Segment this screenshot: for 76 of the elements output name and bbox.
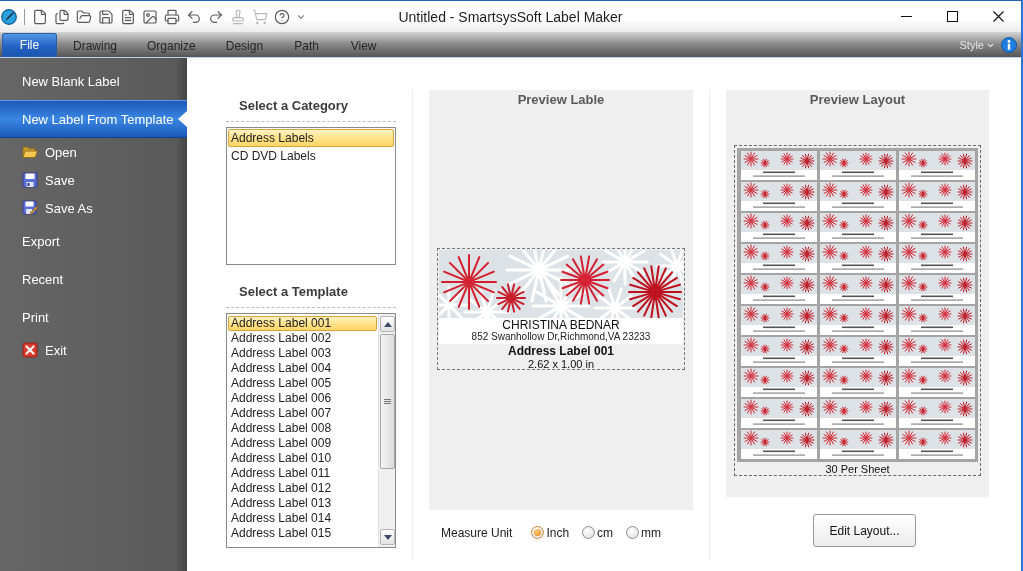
section-title: Select a Category [238, 98, 350, 114]
folder-icon[interactable] [76, 8, 92, 25]
list-item[interactable]: Address Label 004 [228, 361, 377, 376]
list-item[interactable]: Address Label 003 [228, 346, 377, 361]
list-item[interactable]: Address Label 015 [228, 526, 377, 541]
sidebar-item[interactable]: Recent [0, 260, 187, 298]
measure-unit-label: Measure Unit [441, 525, 513, 540]
save-as-icon [22, 200, 38, 216]
list-item[interactable]: Address Label 001 [228, 316, 377, 331]
list-item[interactable]: CD DVD Labels [228, 147, 394, 165]
down-arrow-icon [383, 534, 392, 540]
ribbon-tab[interactable]: View [336, 35, 392, 57]
panel-title: Preview Layout [808, 91, 907, 109]
recipient-name: CHRISTINA BEDNAR [502, 319, 620, 331]
ribbon-tab[interactable]: Path [279, 35, 335, 57]
sidebar-item[interactable]: Open [0, 138, 187, 166]
sidebar-item[interactable]: Save As [0, 194, 187, 222]
image-icon[interactable] [142, 8, 158, 25]
radio-button-icon[interactable] [626, 526, 640, 539]
list-item[interactable]: Address Label 006 [228, 391, 377, 406]
save-icon[interactable] [98, 8, 114, 25]
list-item[interactable]: Address Labels [228, 129, 394, 147]
help-icon[interactable] [274, 8, 290, 25]
radio-option[interactable]: cm [582, 525, 614, 540]
list-item[interactable]: Address Label 014 [228, 511, 377, 526]
list-item[interactable]: Address Label 009 [228, 436, 377, 451]
scroll-up-button[interactable] [380, 316, 395, 332]
document-icon[interactable] [32, 8, 48, 25]
section-title: Select a Template [238, 284, 349, 300]
list-item[interactable]: Address Label 007 [228, 406, 377, 421]
undo-icon[interactable] [186, 8, 202, 25]
sidebar-item[interactable]: Print [0, 298, 187, 336]
ribbon-tab[interactable]: Design [211, 35, 278, 57]
radio-option[interactable]: Inch [531, 525, 570, 540]
sidebar-item[interactable]: New Label From Template [0, 100, 187, 138]
sidebar-item[interactable]: Export [0, 222, 187, 260]
redo-icon[interactable] [208, 8, 224, 25]
scrollbar[interactable] [378, 314, 395, 547]
grip-icon [384, 399, 391, 404]
ribbon-tab[interactable]: Organize [133, 35, 210, 57]
printer-icon[interactable] [164, 8, 180, 25]
scrollbar-thumb[interactable] [380, 334, 395, 469]
exit-icon [22, 342, 38, 358]
list-item[interactable]: Address Label 008 [228, 421, 377, 436]
save-icon [22, 172, 38, 188]
close-icon [992, 11, 1004, 22]
template-name: Address Label 001 [507, 345, 615, 358]
folder-icon [22, 145, 38, 159]
list-item[interactable]: Address Label 010 [228, 451, 377, 466]
address-text: 852 Swanhollow Dr,Richmond,VA 23233 [471, 331, 651, 344]
minimize-icon [900, 16, 912, 17]
edit-layout-button[interactable]: Edit Layout... [813, 514, 916, 547]
list-item[interactable]: Address Label 005 [228, 376, 377, 391]
up-arrow-icon [383, 321, 392, 327]
info-icon[interactable] [1001, 37, 1017, 53]
ribbon-tab[interactable]: File [2, 33, 57, 57]
label-size: 2.62 x 1.00 in [527, 358, 595, 371]
panel-title: Preview Lable [516, 91, 606, 109]
sidebar-item[interactable]: New Blank Label [0, 62, 187, 100]
list-item[interactable]: Address Label 012 [228, 481, 377, 496]
file-text-icon[interactable] [120, 8, 136, 25]
sheet-caption: 30 Per Sheet [824, 463, 891, 475]
radio-option[interactable]: mm [626, 525, 662, 540]
sidebar-item[interactable]: Save [0, 166, 187, 194]
scroll-down-button[interactable] [380, 529, 395, 545]
radio-button-icon[interactable] [531, 526, 545, 539]
window-title: Untitled - SmartsysSoft Label Maker [398, 8, 623, 25]
documents-icon[interactable] [54, 8, 70, 25]
maximize-icon [946, 11, 958, 22]
list-item[interactable]: Address Label 013 [228, 496, 377, 511]
list-item[interactable]: Address Label 011 [228, 466, 377, 481]
list-item[interactable]: Address Label 002 [228, 331, 377, 346]
app-logo-icon[interactable] [1, 8, 17, 25]
ribbon-tab[interactable]: Drawing [59, 35, 131, 57]
radio-button-icon[interactable] [582, 526, 596, 539]
sidebar-item[interactable]: Exit [0, 336, 187, 364]
